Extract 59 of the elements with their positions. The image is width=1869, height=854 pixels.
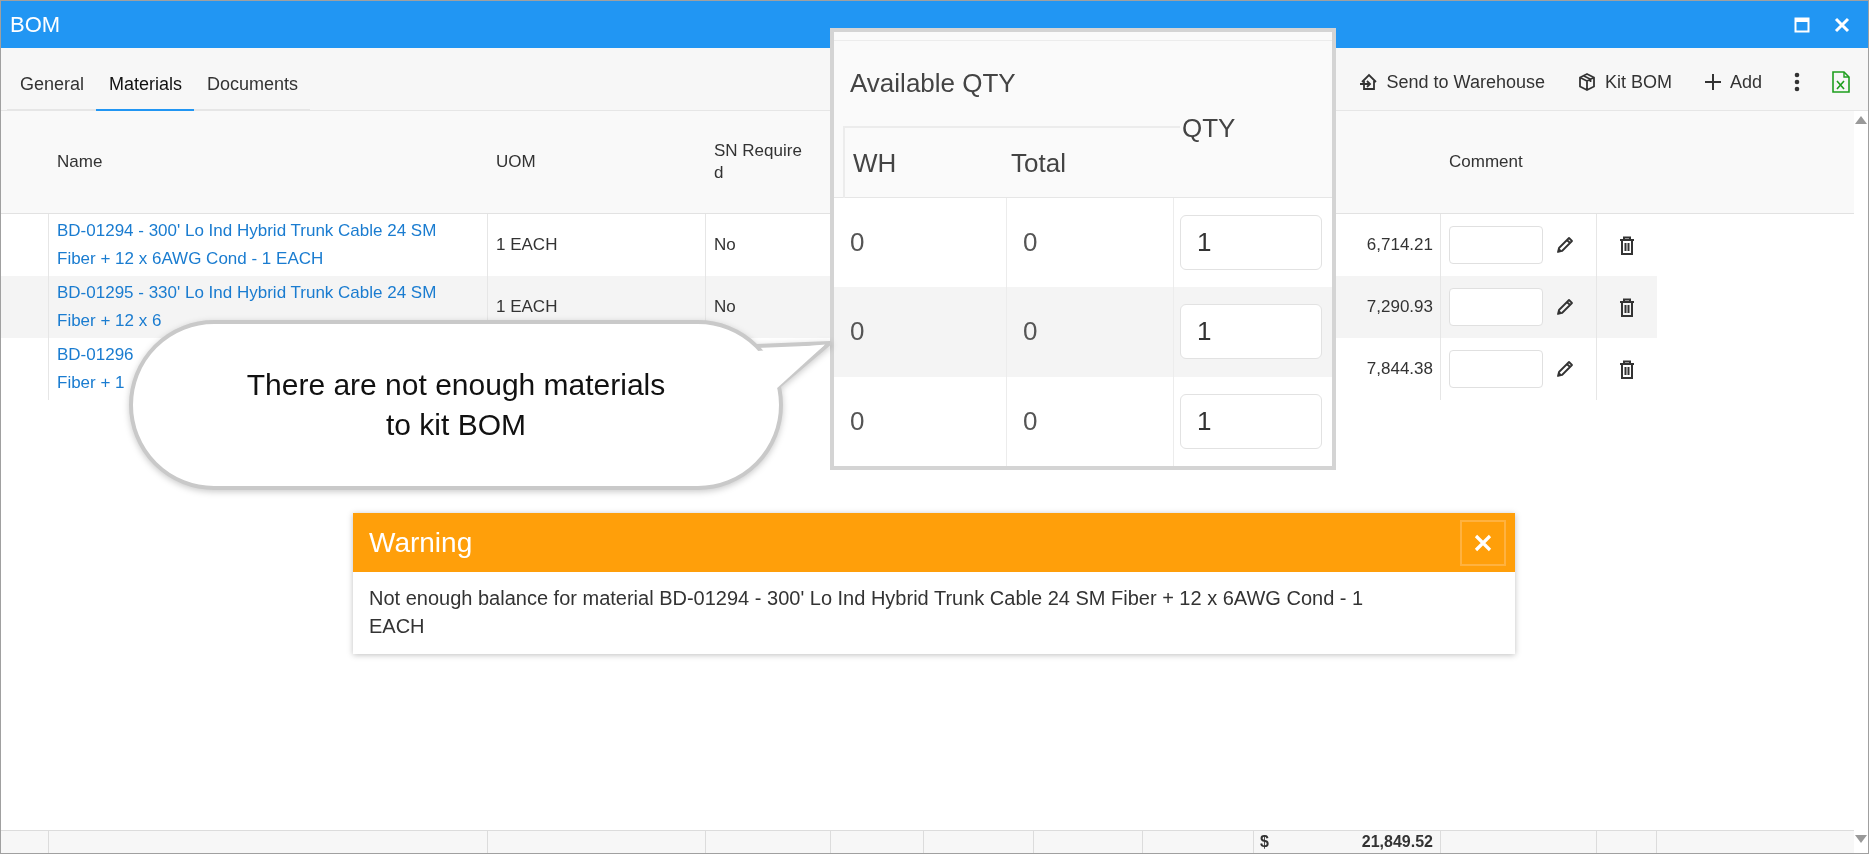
plus-button[interactable]: Add xyxy=(1703,71,1762,93)
comment-field[interactable] xyxy=(1449,288,1543,326)
table-cell: 0 xyxy=(1023,316,1038,348)
column-header: QTY xyxy=(1181,111,1237,144)
currency-symbol: $ xyxy=(1260,833,1269,851)
quantity-field[interactable]: 1 xyxy=(1180,215,1322,271)
material-link[interactable]: Fiber + 12 x 6AWG Cond - 1 EACH xyxy=(57,245,324,273)
pencil-icon[interactable] xyxy=(1555,297,1575,317)
tab[interactable]: General xyxy=(7,60,97,113)
quantity-field[interactable]: 1 xyxy=(1180,304,1322,360)
table-cell: 7,290.93 xyxy=(1366,297,1433,317)
close-icon xyxy=(1474,533,1492,552)
maximize-icon[interactable] xyxy=(1794,16,1810,33)
plus-icon xyxy=(1703,73,1722,91)
comment-field[interactable] xyxy=(1449,226,1543,264)
column-header: Available QTY xyxy=(849,68,1017,99)
material-link[interactable]: Fiber + 1 xyxy=(57,369,125,397)
warning-message: Not enough balance for material BD-01294 - 300' Lo Ind Hybrid Trunk Cable 24 SM Fiber + 12 x 6AWG Cond - 1 EACH xyxy=(369,586,1365,639)
box-icon xyxy=(1576,72,1597,92)
scroll-up-icon[interactable] xyxy=(1855,116,1867,124)
table-cell: 0 xyxy=(850,405,865,437)
trash-icon[interactable] xyxy=(1619,235,1635,255)
window-title: BOM xyxy=(10,11,62,38)
table-cell: 0 xyxy=(850,227,865,259)
trash-icon[interactable] xyxy=(1619,297,1635,317)
column-header: Name xyxy=(57,152,103,172)
table-cell: 7,844.38 xyxy=(1366,359,1433,379)
send-to-warehouse-button[interactable]: Send to Warehouse xyxy=(1358,71,1545,93)
table-cell: 0 xyxy=(850,316,865,348)
column-header: SN Required xyxy=(714,140,802,184)
tab[interactable]: Documents xyxy=(194,60,311,113)
total-amount: 21,849.52 xyxy=(1361,833,1433,851)
warning-title: Warning xyxy=(369,526,473,559)
column-header: Comment xyxy=(1449,152,1523,172)
pencil-icon[interactable] xyxy=(1555,235,1575,255)
close-button[interactable] xyxy=(1460,519,1506,566)
close-icon[interactable] xyxy=(1834,16,1850,33)
table-cell: 0 xyxy=(1023,227,1038,259)
excel-icon[interactable] xyxy=(1832,71,1850,93)
callout-text: There are not enough materials to kit BOM xyxy=(245,367,667,443)
comment-field[interactable] xyxy=(1449,350,1543,388)
table-cell: No xyxy=(714,235,736,255)
trash-icon[interactable] xyxy=(1619,359,1635,379)
quantity-field[interactable]: 1 xyxy=(1180,393,1322,449)
table-cell: 6,714.21 xyxy=(1366,235,1433,255)
scroll-down-icon[interactable] xyxy=(1855,835,1867,843)
table-cell: No xyxy=(714,297,736,317)
box-button[interactable]: Kit BOM xyxy=(1576,71,1672,93)
pencil-icon[interactable] xyxy=(1555,359,1575,379)
more-options-icon[interactable] xyxy=(1794,72,1800,92)
table-cell: 1 EACH xyxy=(496,235,558,255)
table-cell: 1 EACH xyxy=(496,297,558,317)
material-link[interactable]: Fiber + 12 x 6 xyxy=(57,307,162,335)
material-link[interactable]: BD-01295 - 330' Lo Ind Hybrid Trunk Cable 24 SM xyxy=(57,279,437,307)
material-link[interactable]: BD-01294 - 300' Lo Ind Hybrid Trunk Cable 24 SM xyxy=(57,217,437,245)
material-link[interactable]: BD-01296 xyxy=(57,341,134,369)
column-header: UOM xyxy=(496,152,536,172)
send-to-warehouse-icon xyxy=(1358,72,1379,92)
table-cell: 0 xyxy=(1023,405,1038,437)
